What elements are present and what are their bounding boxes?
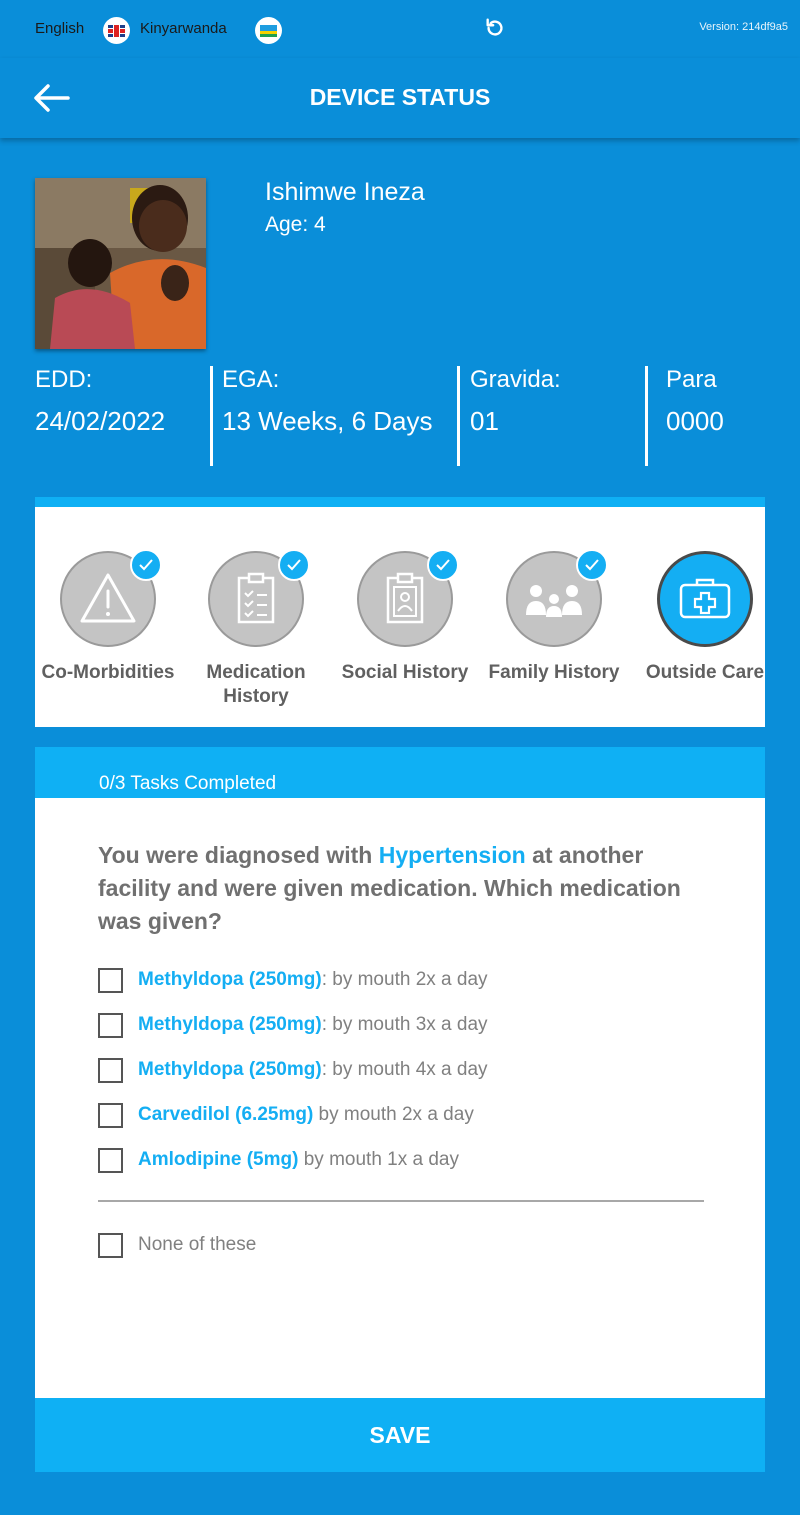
stat-label: Gravida: xyxy=(470,366,561,393)
clipboard-person-icon xyxy=(386,572,424,624)
category-label: Co-Morbidities xyxy=(41,662,175,683)
family-icon xyxy=(526,585,582,617)
drug-name: Amlodipine (5mg) xyxy=(138,1149,299,1170)
medication-option[interactable]: Methyldopa (250mg): by mouth 3x a day xyxy=(98,1012,488,1038)
stat-value: 0000 xyxy=(666,406,724,436)
version-label: Version: 214df9a5 xyxy=(699,21,788,33)
page-title: DEVICE STATUS xyxy=(309,84,491,110)
stat-edd: EDD: 24/02/2022 xyxy=(35,366,165,437)
drug-dosage: : by mouth 2x a day xyxy=(321,969,488,990)
drug-name: Methyldopa (250mg) xyxy=(138,969,322,990)
category-label: Medication History xyxy=(206,662,306,707)
category-family-history[interactable]: Family History xyxy=(479,549,629,685)
stat-ega: EGA: 13 Weeks, 6 Days xyxy=(222,366,433,437)
category-label: Social History xyxy=(341,662,469,683)
patient-age: Age: 4 xyxy=(265,213,326,236)
divider xyxy=(645,366,648,466)
divider xyxy=(457,366,460,466)
category-circle xyxy=(506,549,608,647)
uk-flag-icon[interactable] xyxy=(103,17,130,44)
medication-option[interactable]: Methyldopa (250mg): by mouth 2x a day xyxy=(98,967,488,993)
drug-dosage: : by mouth 3x a day xyxy=(321,1014,488,1035)
checkbox[interactable] xyxy=(98,1012,123,1038)
medication-option[interactable]: Amlodipine (5mg) by mouth 1x a day xyxy=(98,1147,459,1173)
category-circle xyxy=(208,549,310,647)
app-header: DEVICE STATUS xyxy=(0,58,800,138)
language-kinyarwanda[interactable]: Kinyarwanda xyxy=(140,20,227,37)
checkbox[interactable] xyxy=(98,1147,123,1173)
save-button[interactable]: SAVE xyxy=(35,1398,765,1472)
none-of-these-option[interactable]: None of these xyxy=(98,1232,256,1258)
category-circle xyxy=(657,551,753,647)
category-label: Family History xyxy=(488,662,620,683)
category-outside-care[interactable]: Outside Care xyxy=(630,551,765,685)
question-highlight: Hypertension xyxy=(378,842,526,868)
category-circle xyxy=(357,549,459,647)
category-card: Co-Morbidities Medication History Social… xyxy=(35,497,765,727)
stat-value: 13 Weeks, 6 Days xyxy=(222,406,433,436)
check-icon xyxy=(576,549,608,581)
refresh-icon[interactable] xyxy=(484,17,506,39)
checkbox[interactable] xyxy=(98,967,123,993)
checkbox[interactable] xyxy=(98,1102,123,1128)
top-bar: English Kinyarwanda Version: 214df9a5 xyxy=(0,0,800,58)
check-icon xyxy=(278,549,310,581)
category-circle xyxy=(60,549,162,647)
patient-photo xyxy=(35,178,206,349)
medication-option[interactable]: Methyldopa (250mg): by mouth 4x a day xyxy=(98,1057,488,1083)
drug-dosage: by mouth 1x a day xyxy=(298,1149,459,1170)
checkbox[interactable] xyxy=(98,1057,123,1083)
task-card: 0/3 Tasks Completed You were diagnosed w… xyxy=(35,747,765,1472)
question-text: You were diagnosed with Hypertension at … xyxy=(98,839,718,938)
divider xyxy=(210,366,213,466)
tasks-completed-count: 0/3 Tasks Completed xyxy=(99,773,277,794)
medication-option[interactable]: Carvedilol (6.25mg) by mouth 2x a day xyxy=(98,1102,474,1128)
warning-icon xyxy=(80,573,136,623)
medical-kit-icon xyxy=(679,578,731,619)
options-divider xyxy=(98,1200,704,1202)
stat-value: 24/02/2022 xyxy=(35,406,166,436)
category-co-morbidities[interactable]: Co-Morbidities xyxy=(35,549,183,685)
stat-label: Para xyxy=(666,366,717,393)
language-english[interactable]: English xyxy=(35,20,84,37)
clipboard-checklist-icon xyxy=(237,572,275,624)
task-header: 0/3 Tasks Completed xyxy=(35,747,765,798)
drug-dosage: by mouth 2x a day xyxy=(313,1104,474,1125)
patient-name: Ishimwe Ineza xyxy=(265,178,425,206)
drug-name: Methyldopa (250mg) xyxy=(138,1014,322,1035)
checkbox[interactable] xyxy=(98,1232,123,1258)
stat-label: EGA: xyxy=(222,366,280,393)
none-label: None of these xyxy=(138,1234,257,1255)
drug-dosage: : by mouth 4x a day xyxy=(321,1059,488,1080)
drug-name: Carvedilol (6.25mg) xyxy=(138,1104,314,1125)
stat-value: 01 xyxy=(470,406,499,436)
category-label: Outside Care xyxy=(645,662,765,683)
drug-name: Methyldopa (250mg) xyxy=(138,1059,322,1080)
stat-para: Para 0000 xyxy=(666,366,724,437)
check-icon xyxy=(427,549,459,581)
check-icon xyxy=(130,549,162,581)
stat-label: EDD: xyxy=(35,366,93,393)
category-social-history[interactable]: Social History xyxy=(330,549,480,685)
question-prefix: You were diagnosed with xyxy=(98,842,379,868)
stat-gravida: Gravida: 01 xyxy=(470,366,561,437)
rwanda-flag-icon[interactable] xyxy=(255,17,282,44)
category-medication-history[interactable]: Medication History xyxy=(181,549,331,709)
